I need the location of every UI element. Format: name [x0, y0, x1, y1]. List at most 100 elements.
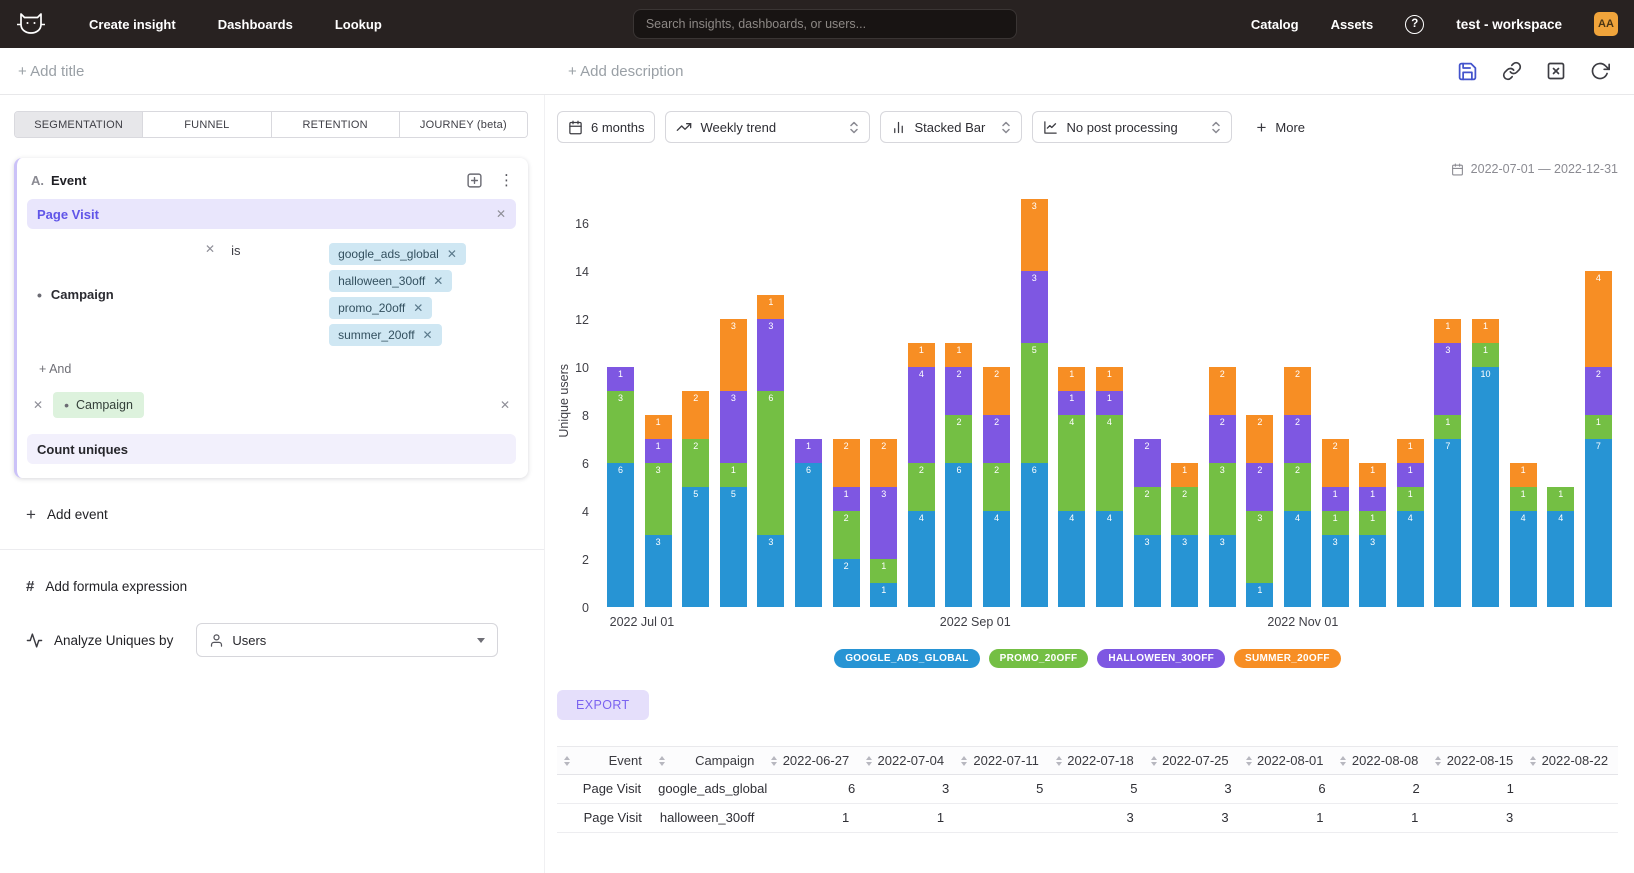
bar-2022-11-07[interactable]: 3112	[1322, 439, 1349, 607]
bar-segment-promo_20off[interactable]: 1	[720, 463, 747, 487]
bar-segment-google_ads_global[interactable]: 3	[1209, 535, 1236, 607]
bar-segment-halloween_30off[interactable]: 1	[645, 439, 672, 463]
bar-segment-promo_20off[interactable]: 1	[1322, 511, 1349, 535]
bar-segment-halloween_30off[interactable]: 2	[1209, 415, 1236, 463]
add-event-button[interactable]: + Add event	[26, 506, 528, 523]
bar-segment-halloween_30off[interactable]: 1	[1359, 487, 1386, 511]
nav-catalog[interactable]: Catalog	[1251, 17, 1299, 32]
add-description-button[interactable]: + Add description	[568, 63, 684, 80]
event-selector[interactable]: Page Visit ✕	[27, 199, 516, 229]
bar-2022-12-05[interactable]: 1011	[1472, 319, 1499, 607]
bar-2022-11-14[interactable]: 3111	[1359, 463, 1386, 607]
post-processing-select[interactable]: No post processing	[1032, 111, 1232, 143]
trend-select[interactable]: Weekly trend	[665, 111, 870, 143]
bar-segment-summer_20off[interactable]: 1	[1510, 463, 1537, 487]
bar-2022-10-17[interactable]: 3322	[1209, 367, 1236, 607]
tab-retention[interactable]: RETENTION	[271, 112, 399, 137]
bar-2022-09-19[interactable]: 4411	[1058, 367, 1085, 607]
bar-2022-10-03[interactable]: 322	[1134, 439, 1161, 607]
remove-chip-icon[interactable]: ✕	[423, 329, 433, 341]
bar-2022-08-29[interactable]: 6221	[945, 343, 972, 607]
bar-2022-11-21[interactable]: 4111	[1397, 439, 1424, 607]
date-preset-button[interactable]: 6 months	[557, 111, 655, 143]
remove-chip-icon[interactable]: ✕	[413, 302, 423, 314]
bar-2022-07-18[interactable]: 5133	[720, 319, 747, 607]
bar-2022-08-01[interactable]: 61	[795, 439, 822, 607]
bar-segment-summer_20off[interactable]: 2	[1322, 439, 1349, 487]
bar-segment-halloween_30off[interactable]: 2	[945, 367, 972, 415]
bar-segment-promo_20off[interactable]: 2	[1134, 487, 1161, 535]
add-formula-button[interactable]: # Add formula expression	[26, 578, 528, 595]
bar-segment-google_ads_global[interactable]: 4	[1096, 511, 1123, 607]
bar-segment-google_ads_global[interactable]: 7	[1585, 439, 1612, 607]
bar-segment-halloween_30off[interactable]: 4	[908, 367, 935, 463]
bar-segment-halloween_30off[interactable]: 3	[757, 319, 784, 391]
bar-segment-google_ads_global[interactable]: 3	[757, 535, 784, 607]
bar-segment-google_ads_global[interactable]: 6	[1021, 463, 1048, 607]
filter-value-chip[interactable]: promo_20off ✕	[329, 297, 432, 319]
bar-2022-12-19[interactable]: 41	[1547, 487, 1574, 607]
bar-segment-halloween_30off[interactable]: 1	[1096, 391, 1123, 415]
bar-segment-promo_20off[interactable]: 4	[1096, 415, 1123, 511]
bar-segment-summer_20off[interactable]: 3	[1021, 199, 1048, 271]
tab-funnel[interactable]: FUNNEL	[142, 112, 270, 137]
bar-segment-google_ads_global[interactable]: 3	[1322, 535, 1349, 607]
bar-segment-halloween_30off[interactable]: 1	[833, 487, 860, 511]
bar-segment-google_ads_global[interactable]: 1	[1246, 583, 1273, 607]
bar-2022-09-05[interactable]: 4222	[983, 367, 1010, 607]
bar-segment-google_ads_global[interactable]: 2	[833, 559, 860, 607]
bar-segment-summer_20off[interactable]: 1	[1472, 319, 1499, 343]
bar-segment-summer_20off[interactable]: 1	[1096, 367, 1123, 391]
bar-segment-summer_20off[interactable]: 1	[1434, 319, 1461, 343]
bar-segment-summer_20off[interactable]: 2	[983, 367, 1010, 415]
bar-2022-07-11[interactable]: 522	[682, 391, 709, 607]
bar-segment-promo_20off[interactable]: 4	[1058, 415, 1085, 511]
bar-segment-summer_20off[interactable]: 1	[1359, 463, 1386, 487]
help-icon[interactable]: ?	[1405, 15, 1424, 34]
bar-segment-summer_20off[interactable]: 1	[908, 343, 935, 367]
bar-2022-08-22[interactable]: 4241	[908, 343, 935, 607]
bar-segment-promo_20off[interactable]: 1	[1547, 487, 1574, 511]
bar-2022-09-26[interactable]: 4411	[1096, 367, 1123, 607]
bar-segment-google_ads_global[interactable]: 3	[1171, 535, 1198, 607]
nav-create-insight[interactable]: Create insight	[72, 17, 193, 32]
table-header-campaign[interactable]: Campaign	[652, 747, 764, 774]
bar-segment-google_ads_global[interactable]: 7	[1434, 439, 1461, 607]
bar-segment-halloween_30off[interactable]: 1	[607, 367, 634, 391]
chart-type-select[interactable]: Stacked Bar	[880, 111, 1022, 143]
insert-step-icon[interactable]	[466, 172, 483, 189]
filter-value-chip[interactable]: halloween_30off ✕	[329, 270, 452, 292]
bar-2022-09-12[interactable]: 6533	[1021, 199, 1048, 607]
bar-segment-google_ads_global[interactable]: 1	[870, 583, 897, 607]
table-header-2022-07-25[interactable]: 2022-07-25	[1144, 747, 1239, 774]
bar-2022-07-25[interactable]: 3631	[757, 295, 784, 607]
tab-segmentation[interactable]: SEGMENTATION	[15, 112, 142, 137]
filter-value-chip[interactable]: google_ads_global ✕	[329, 243, 466, 265]
table-header-2022-06-27[interactable]: 2022-06-27	[764, 747, 859, 774]
remove-breakdown-icon[interactable]: ✕	[33, 399, 43, 411]
bar-segment-halloween_30off[interactable]: 3	[1021, 271, 1048, 343]
avatar[interactable]: AA	[1594, 12, 1618, 36]
bar-segment-google_ads_global[interactable]: 5	[720, 487, 747, 607]
bar-segment-halloween_30off[interactable]: 1	[795, 439, 822, 463]
bar-segment-promo_20off[interactable]: 1	[1397, 487, 1424, 511]
bar-segment-google_ads_global[interactable]: 4	[1397, 511, 1424, 607]
copy-link-icon[interactable]	[1502, 61, 1522, 81]
bar-segment-promo_20off[interactable]: 6	[757, 391, 784, 535]
global-search-input[interactable]	[633, 9, 1017, 39]
analyze-by-select[interactable]: Users	[196, 623, 498, 657]
bar-segment-promo_20off[interactable]: 2	[682, 439, 709, 487]
event-menu-icon[interactable]: ⋮	[499, 171, 514, 189]
table-header-2022-08-15[interactable]: 2022-08-15	[1428, 747, 1523, 774]
table-header-event[interactable]: Event	[557, 747, 652, 774]
bar-segment-halloween_30off[interactable]: 3	[1434, 343, 1461, 415]
bar-segment-google_ads_global[interactable]: 4	[983, 511, 1010, 607]
bar-segment-halloween_30off[interactable]: 2	[1284, 415, 1311, 463]
bar-segment-summer_20off[interactable]: 3	[720, 319, 747, 391]
date-range-display[interactable]: 2022-07-01 — 2022-12-31	[557, 159, 1618, 179]
bar-segment-google_ads_global[interactable]: 4	[1058, 511, 1085, 607]
remove-chip-icon[interactable]: ✕	[447, 248, 457, 260]
breakdown-property-chip[interactable]: • Campaign	[53, 392, 144, 418]
app-logo-cat-icon[interactable]	[16, 11, 46, 38]
filter-value-chip[interactable]: summer_20off ✕	[329, 324, 442, 346]
